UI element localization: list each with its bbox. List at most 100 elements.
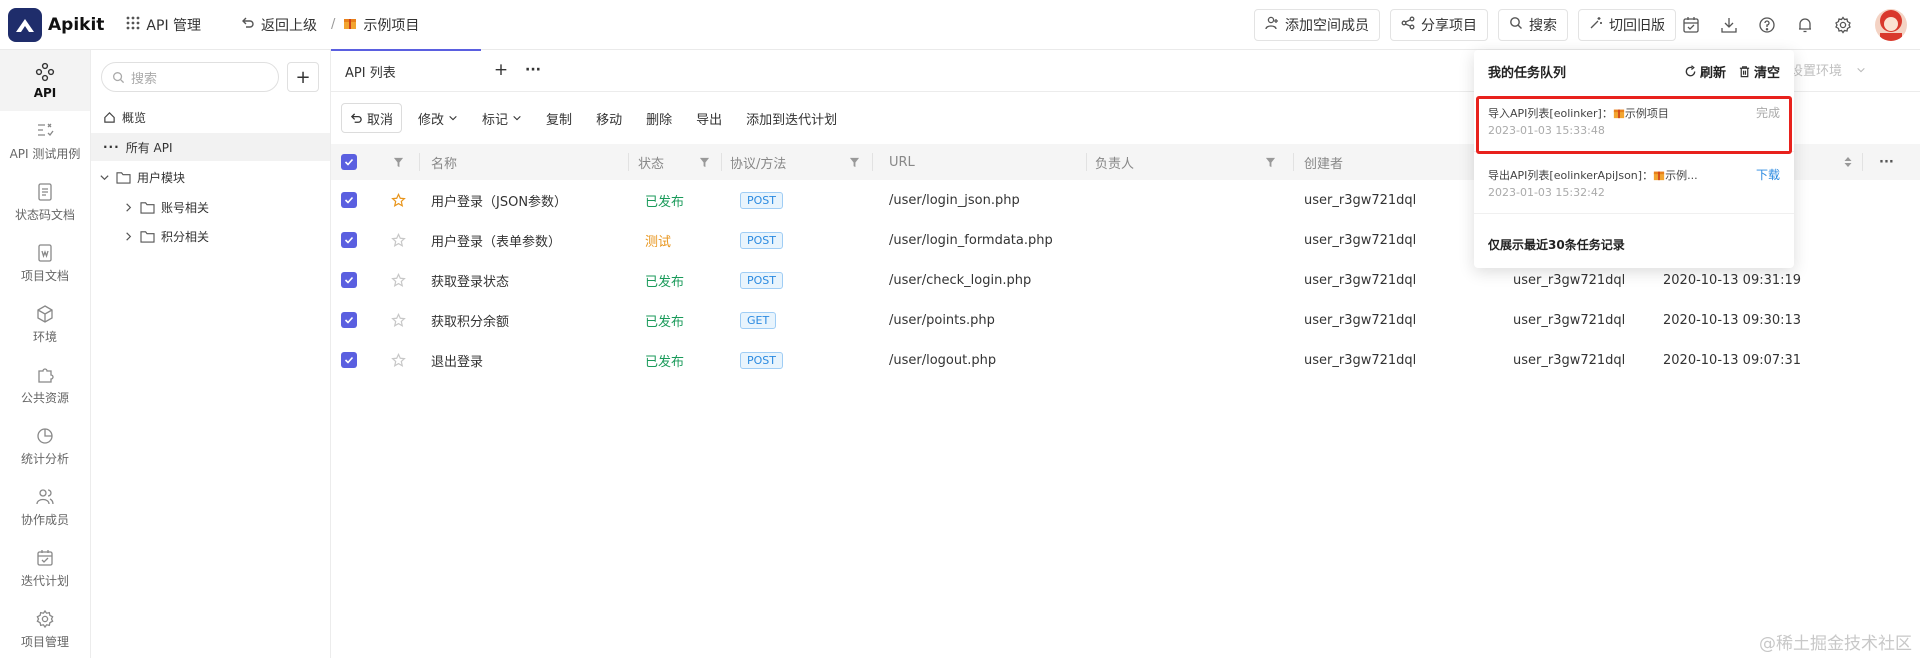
api-manage-menu[interactable]: API 管理: [126, 15, 201, 35]
sidebar-item-iteration[interactable]: 迭代计划: [0, 538, 90, 599]
help-icon[interactable]: [1756, 14, 1778, 36]
row-checkbox[interactable]: [341, 352, 357, 368]
api-name[interactable]: 用户登录（JSON参数）: [431, 180, 567, 220]
old-version-button[interactable]: 切回旧版: [1578, 9, 1676, 41]
task-item[interactable]: 导出API列表[eolinkerApiJson]： 示例... 下载 2023-…: [1474, 156, 1794, 214]
cancel-button[interactable]: 取消: [341, 103, 402, 133]
api-name[interactable]: 获取登录状态: [431, 260, 509, 300]
row-checkbox[interactable]: [341, 272, 357, 288]
table-row[interactable]: 获取积分余额 已发布 GET /user/points.php user_r3g…: [331, 300, 1920, 340]
column-header-owner[interactable]: 负责人: [1095, 144, 1134, 180]
method-badge: POST: [740, 352, 783, 369]
creator: user_r3gw721dql: [1304, 300, 1416, 340]
sidebar-item-label: 项目文档: [21, 267, 69, 284]
logo[interactable]: Apikit: [8, 8, 104, 42]
share-button[interactable]: 分享项目: [1390, 9, 1488, 41]
star-icon[interactable]: [391, 313, 406, 328]
select-all-checkbox[interactable]: [341, 154, 357, 170]
delete-button[interactable]: 删除: [638, 103, 680, 133]
api-name[interactable]: 用户登录（表单参数）: [431, 220, 561, 260]
sidebar-item-label: 环境: [33, 328, 57, 345]
back-button[interactable]: 返回上级: [241, 15, 317, 35]
creator: user_r3gw721dql: [1304, 340, 1416, 380]
filter-icon[interactable]: [699, 157, 710, 168]
settings-icon[interactable]: [1832, 14, 1854, 36]
sort-icon[interactable]: [1843, 156, 1853, 168]
star-icon[interactable]: [391, 233, 406, 248]
add-iteration-button[interactable]: 添加到迭代计划: [738, 103, 845, 133]
modify-dropdown[interactable]: 修改: [410, 103, 466, 133]
move-button[interactable]: 移动: [588, 103, 630, 133]
share-icon: [1401, 16, 1415, 34]
column-settings-button[interactable]: ···: [1879, 144, 1894, 180]
column-header-creator[interactable]: 创建者: [1304, 144, 1343, 180]
sidebar-item-project-doc[interactable]: 项目文档: [0, 233, 90, 294]
tree-item-all-api[interactable]: ··· 所有 API: [91, 133, 330, 161]
add-tab-button[interactable]: +: [481, 49, 521, 91]
column-header-protocol[interactable]: 协议/方法: [730, 144, 786, 180]
star-icon[interactable]: [391, 353, 406, 368]
filter-icon[interactable]: [393, 157, 404, 168]
refresh-button[interactable]: 刷新: [1684, 62, 1726, 81]
tab-api-list[interactable]: API 列表: [331, 49, 481, 91]
tree-item-overview[interactable]: 概览: [91, 103, 330, 131]
sidebar-item-status-doc[interactable]: 状态码文档: [0, 172, 90, 233]
tree-item-label: 积分相关: [161, 228, 209, 245]
project-breadcrumb[interactable]: 示例项目: [343, 15, 419, 35]
api-url: /user/logout.php: [889, 340, 996, 380]
environment-select[interactable]: 设置环境: [1790, 60, 1866, 79]
copy-button[interactable]: 复制: [538, 103, 580, 133]
column-header-url[interactable]: URL: [889, 144, 915, 180]
sidebar-item-statistics[interactable]: 统计分析: [0, 416, 90, 477]
avatar[interactable]: [1875, 9, 1907, 41]
api-name[interactable]: 退出登录: [431, 340, 483, 380]
search-input[interactable]: 搜索: [101, 62, 279, 92]
update-time: 2020-10-13 09:30:13: [1663, 300, 1801, 340]
environment-select-label: 设置环境: [1790, 60, 1842, 79]
export-button[interactable]: 导出: [688, 103, 730, 133]
sidebar-item-environment[interactable]: 环境: [0, 294, 90, 355]
chevron-down-icon: [512, 113, 522, 123]
tab-more-button[interactable]: ···: [521, 49, 545, 91]
brand-name: Apikit: [48, 15, 104, 35]
sidebar-item-project-manage[interactable]: 项目管理: [0, 599, 90, 660]
column-header-name[interactable]: 名称: [431, 144, 457, 180]
sidebar-item-api[interactable]: API: [0, 50, 90, 111]
sidebar-item-public-resources[interactable]: 公共资源: [0, 355, 90, 416]
sidebar-item-members[interactable]: 协作成员: [0, 477, 90, 538]
tree-item-user-module[interactable]: 用户模块: [91, 163, 330, 191]
filter-icon[interactable]: [849, 157, 860, 168]
status-doc-icon: [35, 182, 55, 202]
search-label: 搜索: [1529, 15, 1557, 35]
row-checkbox[interactable]: [341, 232, 357, 248]
star-filled-icon[interactable]: [391, 193, 406, 208]
add-member-label: 添加空间成员: [1285, 15, 1369, 35]
method-badge: POST: [740, 232, 783, 249]
calendar-check-icon[interactable]: [1680, 14, 1702, 36]
tree-item-account[interactable]: 账号相关: [91, 193, 330, 221]
mark-dropdown[interactable]: 标记: [474, 103, 530, 133]
add-group-button[interactable]: +: [287, 62, 319, 92]
bell-icon[interactable]: [1794, 14, 1816, 36]
sidebar-item-label: 协作成员: [21, 511, 69, 528]
filter-icon[interactable]: [1265, 157, 1276, 168]
star-icon[interactable]: [391, 273, 406, 288]
download-link[interactable]: 下载: [1756, 166, 1780, 183]
row-checkbox[interactable]: [341, 192, 357, 208]
add-member-button[interactable]: 添加空间成员: [1254, 9, 1380, 41]
status-text: 已发布: [645, 180, 684, 220]
method-badge: GET: [740, 312, 776, 329]
highlight-box: [1476, 96, 1792, 154]
api-icon: [35, 62, 55, 82]
api-url: /user/login_json.php: [889, 180, 1020, 220]
row-checkbox[interactable]: [341, 312, 357, 328]
api-name[interactable]: 获取积分余额: [431, 300, 509, 340]
tree-item-points[interactable]: 积分相关: [91, 222, 330, 250]
column-header-status[interactable]: 状态: [638, 144, 664, 180]
table-row[interactable]: 退出登录 已发布 POST /user/logout.php user_r3gw…: [331, 340, 1920, 380]
watermark: @稀土掘金技术社区: [1759, 629, 1912, 654]
clear-button[interactable]: 清空: [1738, 62, 1780, 81]
sidebar-item-test-case[interactable]: API 测试用例: [0, 111, 90, 172]
search-button[interactable]: 搜索: [1498, 9, 1568, 41]
download-icon[interactable]: [1718, 14, 1740, 36]
